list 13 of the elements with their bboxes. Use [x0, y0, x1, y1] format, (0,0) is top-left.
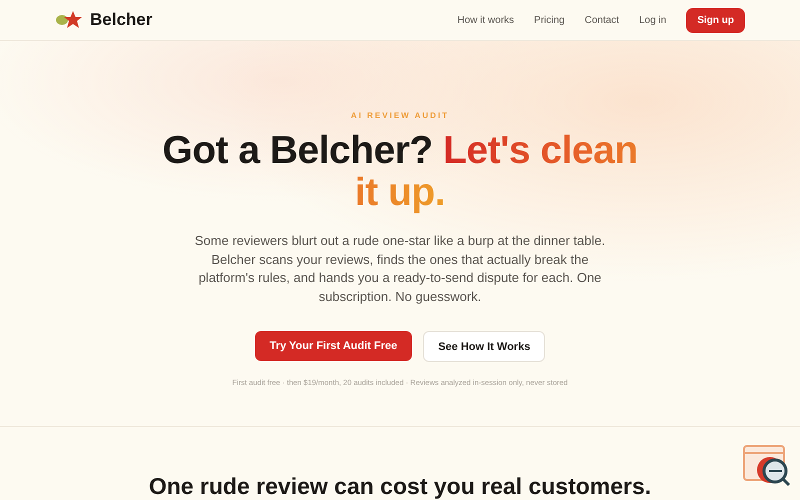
see-how-button[interactable]: See How It Works — [423, 331, 546, 362]
hero-description: Some reviewers blurt out a rude one-star like a burp at the dinner table. Belcher scans your reviews, finds the ones that actually break the platform's rules, and hands you a ready-to-send dispute for each. One subscription. No guesswork. — [194, 232, 606, 306]
sign-up-button[interactable]: Sign up — [686, 8, 745, 32]
eyebrow-label: AI REVIEW AUDIT — [350, 111, 450, 120]
nav-link[interactable]: How it works — [457, 14, 514, 26]
nav-link[interactable]: Log in — [639, 14, 666, 26]
try-audit-button[interactable]: Try Your First Audit Free — [254, 331, 412, 361]
logo-icon — [55, 10, 84, 30]
brand-name[interactable]: Belcher — [90, 10, 152, 30]
nav-link[interactable]: Contact — [584, 14, 620, 26]
nav-link[interactable]: Pricing — [534, 14, 565, 26]
section-heading: One rude review can cost you real customers. — [148, 473, 652, 500]
review-search-icon[interactable] — [742, 444, 792, 488]
